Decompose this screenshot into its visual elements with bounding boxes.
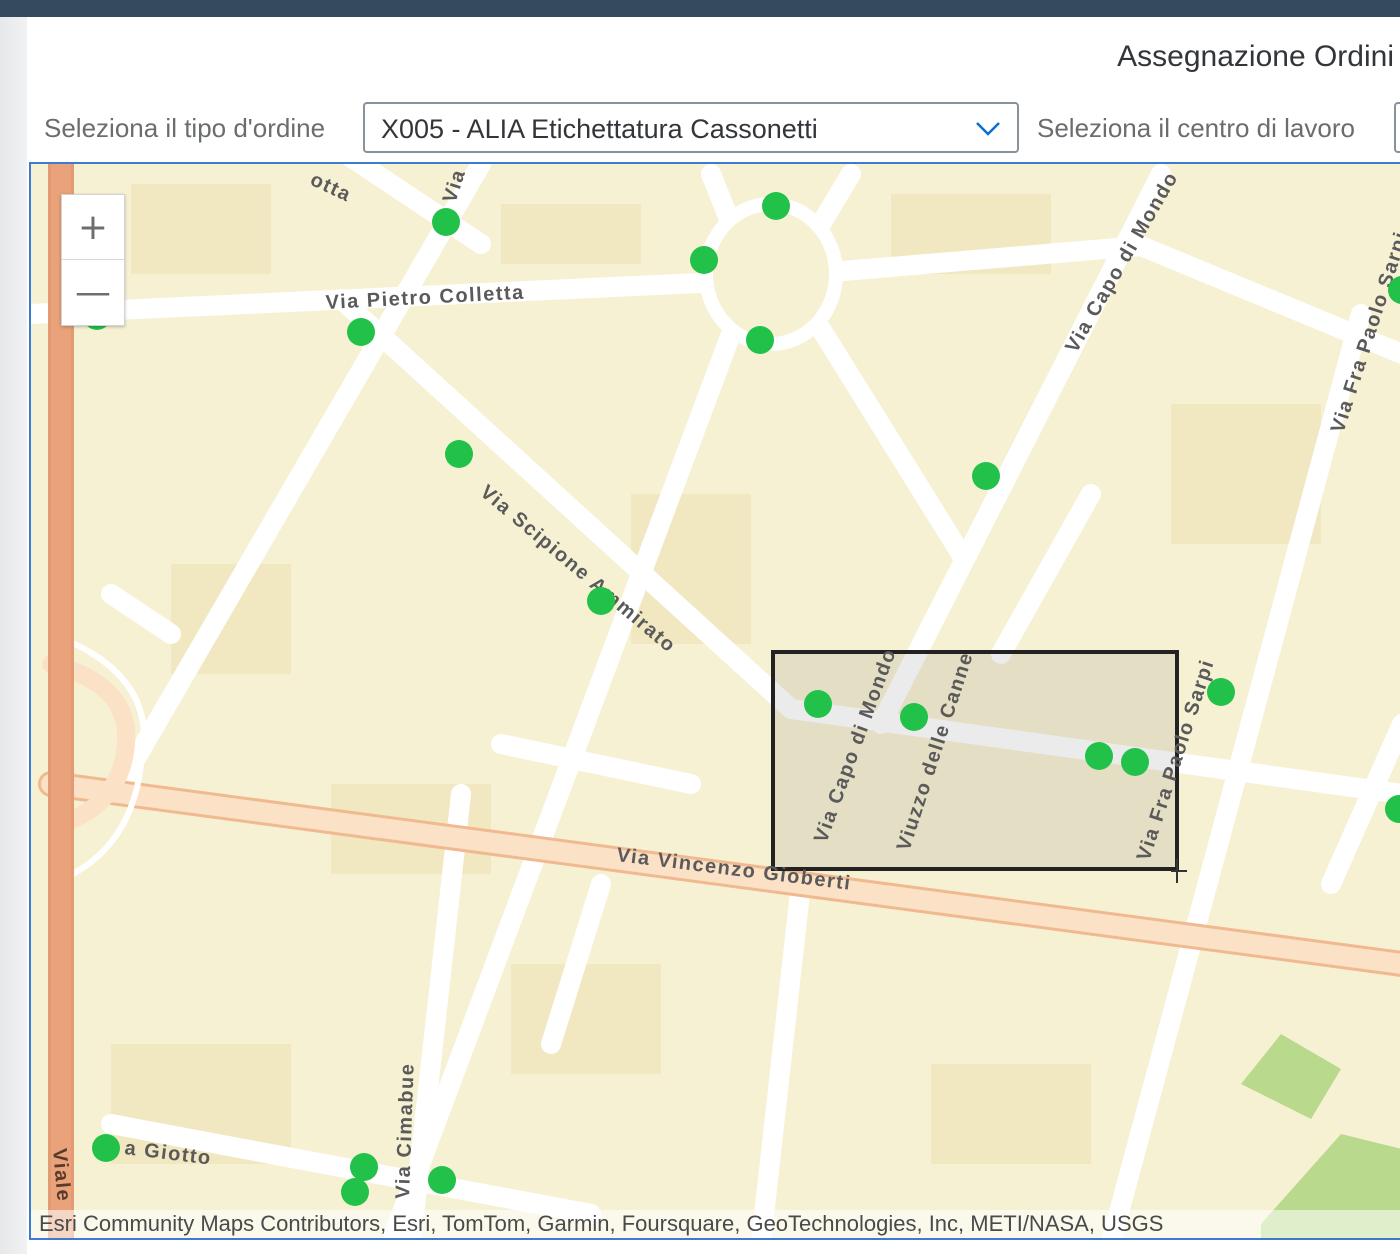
order-marker[interactable] <box>347 318 375 346</box>
order-marker[interactable] <box>972 462 1000 490</box>
order-marker[interactable] <box>350 1153 378 1181</box>
chevron-down-icon <box>976 122 1000 136</box>
order-marker[interactable] <box>92 1134 120 1162</box>
map-attribution: Esri Community Maps Contributors, Esri, … <box>31 1210 1400 1238</box>
order-marker[interactable] <box>432 208 460 236</box>
work-center-label: Seleziona il centro di lavoro <box>1037 113 1355 143</box>
order-marker[interactable] <box>428 1166 456 1194</box>
order-type-value: X005 - ALIA Etichettatura Cassonetti <box>381 114 818 144</box>
zoom-in-button[interactable]: + <box>62 195 124 260</box>
map-view[interactable]: Via Pietro Colletta Via Scipione Ammirat… <box>29 162 1400 1240</box>
zoom-control: + — <box>61 194 125 326</box>
app-top-bar <box>0 0 1400 17</box>
order-marker[interactable] <box>804 690 832 718</box>
order-type-label: Seleziona il tipo d'ordine <box>44 113 326 143</box>
order-marker[interactable] <box>587 587 615 615</box>
order-marker[interactable] <box>1121 748 1149 776</box>
order-marker[interactable] <box>445 440 473 468</box>
order-marker[interactable] <box>746 326 774 354</box>
order-marker[interactable] <box>900 703 928 731</box>
order-marker[interactable] <box>341 1178 369 1206</box>
order-marker[interactable] <box>1207 678 1235 706</box>
left-gutter <box>0 17 27 1254</box>
order-marker[interactable] <box>1085 742 1113 770</box>
zoom-out-button[interactable]: — <box>62 260 124 324</box>
order-marker[interactable] <box>762 192 790 220</box>
order-marker[interactable] <box>1385 795 1400 823</box>
page-title: Assegnazione Ordini <box>1117 40 1394 73</box>
order-marker[interactable] <box>1388 276 1400 304</box>
order-marker[interactable] <box>690 246 718 274</box>
order-markers-layer <box>83 192 1400 1206</box>
work-center-select[interactable] <box>1394 102 1400 153</box>
order-type-select[interactable]: X005 - ALIA Etichettatura Cassonetti <box>363 102 1019 153</box>
